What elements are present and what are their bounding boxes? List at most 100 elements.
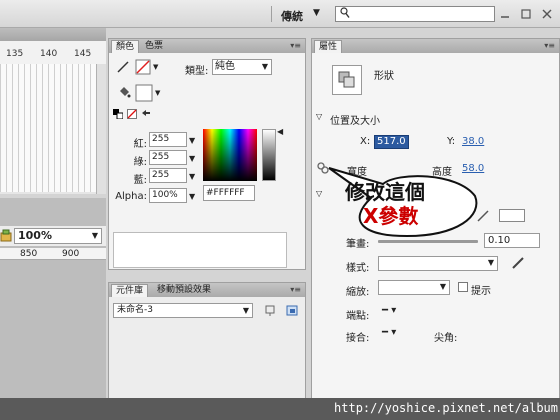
- chevron-down-icon[interactable]: ▼: [189, 154, 195, 163]
- y-field[interactable]: 38.0: [462, 136, 484, 147]
- green-label: 綠:: [133, 157, 147, 168]
- library-panel: 元件庫 移動預設效果 ▾≡ 未命名-3 ▼: [108, 282, 306, 406]
- chevron-down-icon: ▽: [316, 112, 323, 121]
- hint-label: 提示: [471, 286, 491, 297]
- stage-area: 100% ▼ 850 900: [0, 198, 106, 406]
- join-label: 接合:: [346, 333, 370, 344]
- fill-bucket-icon[interactable]: [117, 85, 131, 99]
- chevron-down-icon[interactable]: ▼: [189, 136, 195, 145]
- color-panel-tabs: 顏色 色票 ▾≡: [109, 39, 305, 53]
- section-position-size[interactable]: ▽ 位置及大小: [312, 111, 559, 127]
- no-color-icon[interactable]: [127, 109, 137, 119]
- fill-color-swatch[interactable]: [135, 84, 153, 102]
- shape-label: 形狀: [374, 71, 394, 82]
- fill-color-swatch[interactable]: [499, 209, 525, 222]
- blue-input[interactable]: 255: [149, 168, 187, 183]
- hex-input[interactable]: #FFFFFF: [203, 185, 255, 201]
- red-input[interactable]: 255: [149, 132, 187, 147]
- color-spectrum[interactable]: [203, 129, 257, 181]
- document-name: 未命名-3: [117, 305, 153, 315]
- chevron-down-icon[interactable]: ▼: [155, 89, 160, 97]
- workspace-switcher[interactable]: 傳統: [281, 8, 303, 24]
- ruler-tick-label: 850: [20, 249, 38, 259]
- stroke-slider[interactable]: [378, 240, 478, 243]
- frame-number: 140: [40, 49, 58, 59]
- chevron-down-icon[interactable]: ▼: [313, 8, 320, 18]
- blue-value: 255: [152, 170, 170, 180]
- swap-colors-icon[interactable]: [141, 109, 151, 119]
- tab-library[interactable]: 元件庫: [111, 284, 149, 297]
- x-field[interactable]: 517.0: [374, 135, 409, 149]
- green-input[interactable]: 255: [149, 150, 187, 165]
- pin-icon[interactable]: [263, 304, 277, 317]
- frame-number: 135: [6, 49, 24, 59]
- stage-toolbar: 100% ▼: [0, 226, 106, 246]
- alpha-value: 100%: [152, 190, 178, 200]
- chevron-down-icon[interactable]: ▼: [153, 63, 158, 71]
- shape-icon: [332, 65, 362, 95]
- callout-line-2: X參數: [363, 204, 419, 228]
- document-select[interactable]: 未命名-3 ▼: [113, 303, 253, 318]
- hex-value: #FFFFFF: [206, 188, 245, 198]
- alpha-label: Alpha:: [115, 191, 147, 202]
- zoom-select[interactable]: 100% ▼: [14, 228, 102, 244]
- chevron-down-icon: ▼: [261, 62, 268, 71]
- search-icon: [340, 7, 350, 18]
- no-color-swatch[interactable]: [135, 59, 151, 75]
- red-label: 紅:: [133, 139, 147, 150]
- scale-select[interactable]: ▼: [378, 280, 450, 295]
- cap-select[interactable]: ━ ▾: [382, 305, 396, 316]
- chevron-down-icon[interactable]: ▽: [316, 189, 322, 198]
- tab-properties[interactable]: 屬性: [314, 40, 343, 53]
- chevron-down-icon[interactable]: ▼: [189, 192, 195, 201]
- chevron-down-icon: ▼: [242, 306, 249, 315]
- chevron-down-icon: ▼: [487, 258, 494, 267]
- stage-ruler: 850 900: [0, 248, 106, 260]
- style-label: 樣式:: [346, 263, 370, 274]
- miter-label: 尖角:: [434, 333, 458, 344]
- color-panel: 顏色 色票 ▾≡ ▼ 類型: 純色 ▼ ▼ 紅: 255 ▼ 綠: 255 ▼ …: [108, 38, 306, 270]
- new-library-icon[interactable]: [285, 304, 299, 317]
- chevron-down-icon[interactable]: ▼: [189, 172, 195, 181]
- tab-motion-presets[interactable]: 移動預設效果: [153, 284, 215, 297]
- edit-stroke-icon[interactable]: [510, 255, 526, 271]
- scrollbar[interactable]: [96, 64, 106, 194]
- join-select[interactable]: ━ ▾: [382, 327, 396, 338]
- scale-label: 縮放:: [346, 287, 370, 298]
- color-preview: [113, 232, 287, 268]
- frame-number: 145: [74, 49, 92, 59]
- stroke-color-icon[interactable]: [117, 61, 129, 73]
- maximize-icon[interactable]: [521, 9, 531, 19]
- stroke-input[interactable]: 0.10: [484, 233, 540, 248]
- alpha-input[interactable]: 100%: [149, 188, 187, 203]
- brightness-slider[interactable]: [262, 129, 276, 181]
- panel-menu-icon[interactable]: ▾≡: [290, 285, 301, 294]
- zoom-value: 100%: [18, 229, 52, 242]
- frame-grid[interactable]: [0, 64, 96, 192]
- cap-label: 端點:: [346, 311, 370, 322]
- watermark-url: http://yoshice.pixnet.net/album: [334, 401, 558, 415]
- red-value: 255: [152, 134, 170, 144]
- chevron-down-icon: ▼: [439, 282, 446, 291]
- x-label: X:: [360, 136, 371, 147]
- watermark-bar: http://yoshice.pixnet.net/album: [0, 398, 560, 420]
- minimize-icon[interactable]: [500, 9, 510, 19]
- type-value: 純色: [215, 61, 235, 72]
- type-select[interactable]: 純色 ▼: [212, 59, 272, 75]
- panel-menu-icon[interactable]: ▾≡: [290, 41, 301, 50]
- tab-swatches[interactable]: 色票: [141, 40, 167, 53]
- hint-checkbox[interactable]: [458, 282, 468, 292]
- black-white-icon[interactable]: [113, 109, 123, 119]
- y-label: Y:: [447, 136, 456, 147]
- top-bar: 傳統 ▼: [0, 0, 560, 28]
- tab-color[interactable]: 顏色: [111, 40, 140, 53]
- blue-label: 藍:: [133, 175, 147, 186]
- library-panel-tabs: 元件庫 移動預設效果 ▾≡: [109, 283, 305, 297]
- timeline-panel: 135 140 145: [0, 28, 106, 194]
- close-icon[interactable]: [542, 9, 552, 19]
- panel-menu-icon[interactable]: ▾≡: [544, 41, 555, 50]
- search-input[interactable]: [335, 6, 495, 22]
- slider-arrow-icon[interactable]: ◀: [277, 127, 283, 136]
- style-select[interactable]: ▼: [378, 256, 498, 271]
- scene-icon[interactable]: [0, 229, 12, 243]
